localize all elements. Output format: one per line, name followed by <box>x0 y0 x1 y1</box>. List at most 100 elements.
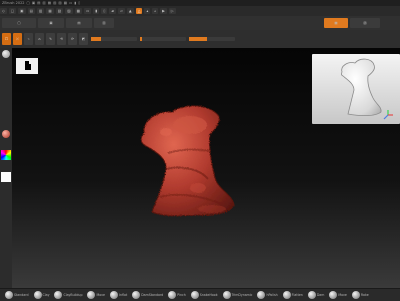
brush-label: SnakeHook <box>199 293 218 297</box>
move-mode-button[interactable]: ⌁ <box>24 33 33 45</box>
z-intensity-slider[interactable] <box>140 37 186 41</box>
brush-label: Flatten <box>291 293 303 297</box>
brush-shelf-item[interactable]: hPolish <box>257 291 278 299</box>
brush-icon <box>110 291 119 299</box>
menu-item-active[interactable]: △ <box>135 8 143 14</box>
title-bit: ▢ <box>26 1 30 5</box>
brush-toolbar: ☐ ⤫ ⌁ ⌂ ✎ ⟲ ⟳ ◩ <box>0 30 400 48</box>
title-bit: ▦ <box>47 1 52 5</box>
brush-icon <box>329 291 338 299</box>
brush-icon <box>5 291 13 299</box>
brush-icon <box>87 291 96 299</box>
edit-mode-button[interactable]: ☐ <box>2 33 11 45</box>
title-bit: ▯ <box>78 1 81 5</box>
brush-shelf-item[interactable]: Inflat <box>110 291 127 299</box>
brush-icon <box>282 291 291 299</box>
brush-icon <box>351 291 360 299</box>
title-bit: ▥ <box>42 1 46 5</box>
brush-shelf-item[interactable]: Move <box>87 291 105 299</box>
menu-item[interactable]: ▲ <box>126 8 134 14</box>
focal-shift-slider[interactable] <box>91 37 137 41</box>
tool-chip-active[interactable]: ▦ <box>324 18 348 28</box>
rgb-button[interactable]: ⟲ <box>57 33 66 45</box>
clay-model[interactable] <box>140 105 235 217</box>
brush-icon <box>132 291 141 299</box>
brush-label: Move <box>338 293 347 297</box>
tool-chip[interactable]: ▢ <box>2 18 36 28</box>
draw-size-fill <box>189 37 208 41</box>
brush-shelf-item[interactable]: Clay <box>33 291 50 299</box>
brush-shelf-item[interactable]: DamStandard <box>132 291 163 299</box>
brush-icon <box>190 291 199 299</box>
brush-icon <box>222 291 231 299</box>
tool-chip-label: ▦ <box>334 21 338 25</box>
menu-item[interactable]: ▷ <box>168 8 176 14</box>
title-bit: ▣ <box>31 1 36 5</box>
tool-chip[interactable]: ▤ <box>66 18 92 28</box>
menu-item[interactable]: ▩ <box>74 8 83 14</box>
scale-mode-button[interactable]: ⌂ <box>35 33 44 45</box>
brush-shelf-item[interactable]: Rake <box>351 291 369 299</box>
title-bit: ▭ <box>69 1 73 5</box>
draw-mode-button[interactable]: ⤫ <box>13 33 22 45</box>
menu-item[interactable]: ▦ <box>46 8 54 14</box>
rotate-mode-button[interactable]: ✎ <box>46 33 55 45</box>
brush-shelf-item[interactable]: Move <box>329 291 347 299</box>
menu-item[interactable]: ◇ <box>0 8 7 14</box>
sphere-brush-icon[interactable] <box>2 50 10 58</box>
bottom-brush-shelf: Standard Clay ClayBuildup Move Inflat Da… <box>0 288 400 301</box>
menu-item[interactable]: ▵ <box>152 8 159 14</box>
navigator-preview[interactable] <box>312 54 400 124</box>
top-tool-strip: ▢ ▣ ▤ ▥ ▦ ▧ <box>0 16 400 30</box>
brush-shelf-item[interactable]: Pinch <box>168 291 186 299</box>
menu-item[interactable]: ▢ <box>8 8 17 14</box>
title-bit: ▨ <box>58 1 62 5</box>
menu-item[interactable]: ▱ <box>118 8 125 14</box>
brush-shelf-item[interactable]: SnakeHook <box>190 291 218 299</box>
brush-icon <box>168 291 177 299</box>
brush-icon <box>307 291 316 299</box>
menu-item[interactable]: ▶ <box>160 8 167 14</box>
brush-label: Dam <box>316 293 325 297</box>
menu-item[interactable]: ▤ <box>27 8 35 14</box>
brush-icon <box>33 291 42 299</box>
brush-shelf-item[interactable]: TrimDynamic <box>222 291 253 299</box>
menu-item[interactable]: ▨ <box>65 8 73 14</box>
app-title-text: ZBrush 2022 <box>2 1 25 5</box>
tool-chip-label: ▢ <box>17 21 21 25</box>
zadd-button[interactable]: ⟳ <box>68 33 77 45</box>
color-picker-icon[interactable] <box>1 150 11 160</box>
brush-icon <box>54 291 63 299</box>
menu-item[interactable]: ▮ <box>93 8 100 14</box>
draw-size-slider[interactable] <box>189 37 235 41</box>
tool-chip-label: ▤ <box>77 21 81 25</box>
menu-item[interactable]: ▰ <box>109 8 117 14</box>
brush-shelf-item[interactable]: Flatten <box>282 291 303 299</box>
material-icon[interactable] <box>2 130 10 138</box>
title-bit: ▩ <box>63 1 68 5</box>
brush-shelf-item[interactable]: ClayBuildup <box>54 291 82 299</box>
brush-shelf-item[interactable]: Standard <box>5 291 29 299</box>
navigator-axis-gizmo[interactable] <box>382 109 394 121</box>
focal-shift-fill <box>91 37 102 41</box>
document-canvas[interactable] <box>12 48 400 288</box>
menu-item[interactable]: ▣ <box>18 8 26 14</box>
menu-item[interactable]: ▴ <box>144 8 151 14</box>
brush-label: DamStandard <box>141 293 164 297</box>
brush-label: Inflat <box>119 293 128 297</box>
tool-chip[interactable]: ▧ <box>350 18 380 28</box>
secondary-color-swatch[interactable] <box>1 172 11 182</box>
brush-label: Clay <box>42 293 50 297</box>
menu-item[interactable]: ▯ <box>101 8 108 14</box>
menu-item[interactable]: ▥ <box>36 8 45 14</box>
menu-item[interactable]: ▭ <box>84 8 92 14</box>
zsub-button[interactable]: ◩ <box>79 33 88 45</box>
brush-shelf-item[interactable]: Dam <box>307 291 325 299</box>
tool-chip-label: ▣ <box>49 21 53 25</box>
brush-label: Pinch <box>177 293 186 297</box>
tool-chip[interactable]: ▥ <box>94 18 114 28</box>
tool-chip[interactable]: ▣ <box>38 18 64 28</box>
brush-label: TrimDynamic <box>231 293 253 297</box>
menu-item[interactable]: ▧ <box>55 8 64 14</box>
axis-gizmo-icon <box>383 110 393 120</box>
